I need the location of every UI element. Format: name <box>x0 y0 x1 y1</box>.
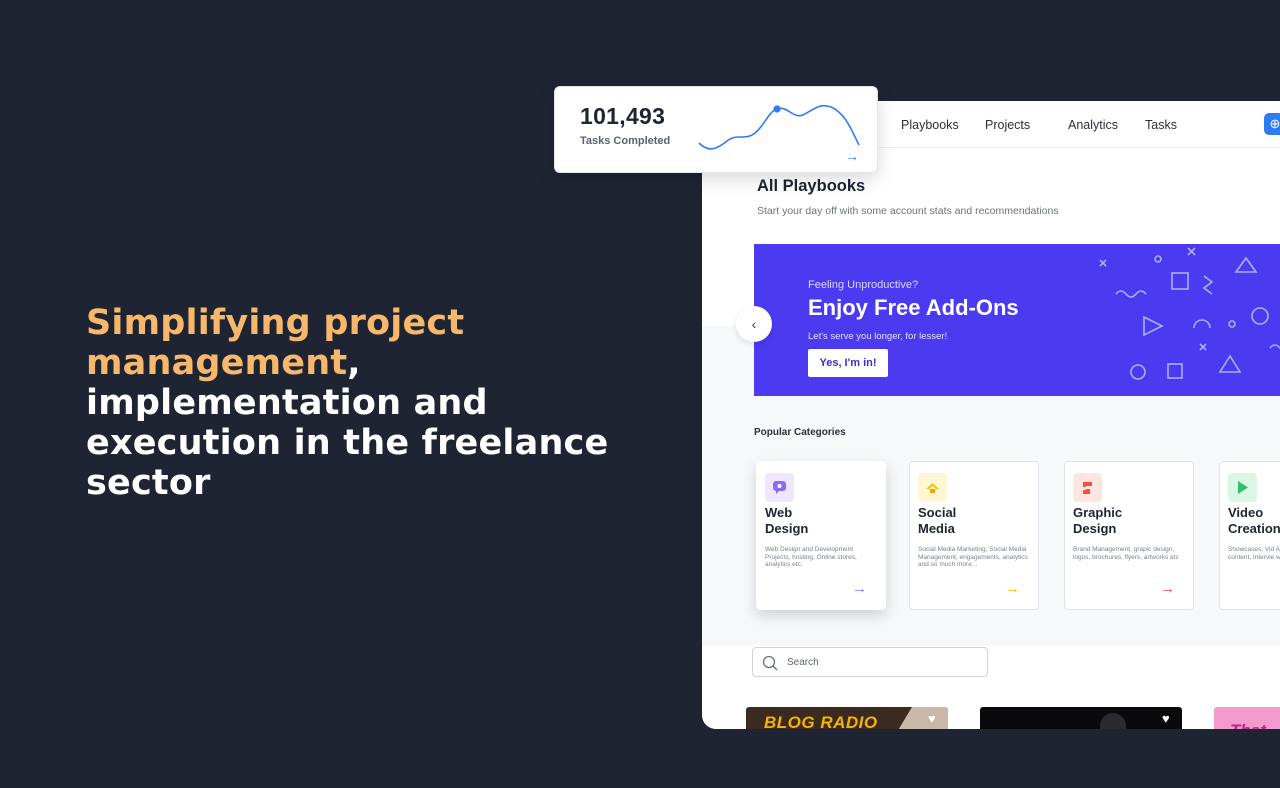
page-subtitle: Start your day off with some account sta… <box>757 205 1059 217</box>
add-icon[interactable]: ⊕ <box>1264 113 1280 135</box>
arrow-right-icon[interactable]: → <box>845 148 859 164</box>
nav-item-projects[interactable]: Projects <box>985 118 1030 132</box>
search-icon <box>762 655 778 671</box>
banner-kicker: Feeling Unproductive? <box>808 279 919 291</box>
category-card-web-design[interactable]: Web Design Web Design and Development Pr… <box>756 461 886 610</box>
banner-title: Enjoy Free Add-Ons <box>808 295 1019 320</box>
thumb-title: That <box>1230 721 1266 729</box>
trend-sparkline <box>698 104 860 150</box>
nav-item-playbooks[interactable]: Playbooks <box>901 118 959 132</box>
category-card-graphic-design[interactable]: Graphic Design Brand Management, grapic … <box>1064 461 1194 610</box>
banner-cta-button[interactable]: Yes, I'm in! <box>808 349 888 377</box>
heart-icon[interactable]: ♥ <box>1162 711 1170 726</box>
play-icon <box>1228 473 1257 502</box>
nav-item-analytics[interactable]: Analytics <box>1068 118 1118 132</box>
tasks-completed-card[interactable]: 101,493 Tasks Completed → <box>554 86 878 173</box>
hero-headline-highlight: Simplifying project management <box>86 303 465 383</box>
page-title: All Playbooks <box>757 177 866 195</box>
playbook-thumb-blog-radio[interactable]: BLOG RADIO ♥ <box>746 707 948 729</box>
category-name: Graphic Design <box>1073 505 1123 536</box>
category-desc: Social Media Marketing, Social Media Man… <box>918 546 1028 568</box>
category-card-social-media[interactable]: Social Media Social Media Marketing, Soc… <box>909 461 1039 610</box>
search-input[interactable] <box>787 655 967 670</box>
search-box[interactable] <box>752 647 988 677</box>
tasks-completed-value: 101,493 <box>580 103 666 129</box>
carousel-prev-button[interactable]: ‹ <box>736 306 772 342</box>
chat-icon <box>765 473 794 502</box>
category-name: Web Design <box>765 505 809 536</box>
category-name: Video Creation <box>1228 505 1280 536</box>
banner-decoration <box>1099 247 1280 380</box>
category-card-video-creation[interactable]: Video Creation Showcases, Vid Animations… <box>1219 461 1280 610</box>
category-desc: Showcases, Vid Animations, Voi content, … <box>1228 546 1280 561</box>
promo-banner: Feeling Unproductive? Enjoy Free Add-Ons… <box>754 244 1280 396</box>
arrow-right-icon[interactable]: → <box>852 580 867 597</box>
category-name: Social Media <box>918 505 957 536</box>
hero-headline: Simplifying project management, implemen… <box>86 303 686 503</box>
thumb-title: BLOG RADIO <box>764 713 878 729</box>
tasks-completed-label: Tasks Completed <box>580 135 671 147</box>
arrow-right-icon[interactable]: → <box>1160 580 1175 597</box>
arrow-right-icon[interactable]: → <box>1005 580 1020 597</box>
app-preview: Playbooks Projects Analytics Tasks ⊕ All… <box>702 101 1280 729</box>
category-desc: Web Design and Development Projects, hos… <box>765 546 857 568</box>
playbook-thumb-2[interactable]: ♥ <box>980 707 1182 729</box>
banner-text: Let's serve you longer, for lesser! <box>808 331 948 342</box>
category-desc: Brand Management, grapic design, logos, … <box>1073 546 1179 561</box>
heart-icon[interactable]: ♥ <box>928 711 936 726</box>
brush-icon <box>1073 473 1102 502</box>
megaphone-icon <box>918 473 947 502</box>
nav-item-tasks[interactable]: Tasks <box>1145 118 1177 132</box>
categories-title: Popular Categories <box>754 427 846 438</box>
playbook-thumb-3[interactable]: That <box>1214 707 1280 729</box>
